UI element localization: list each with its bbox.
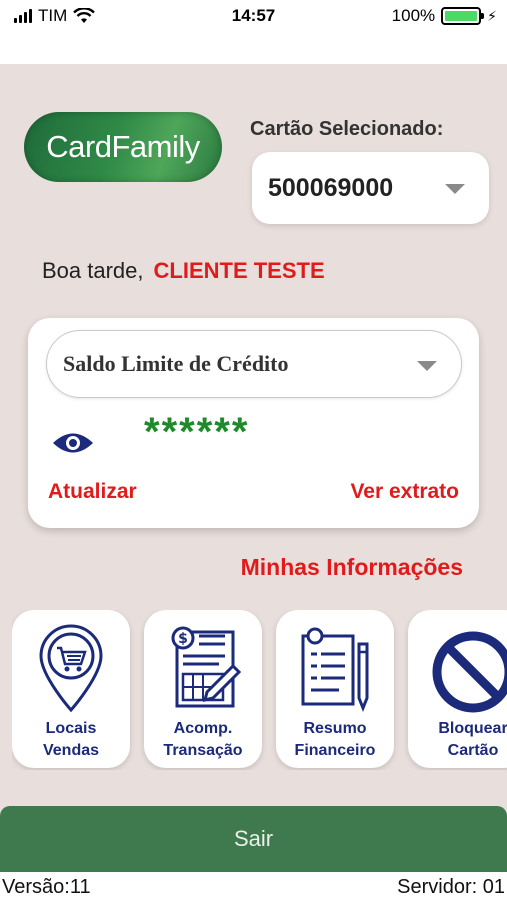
selected-card-label: Cartão Selecionado: (250, 118, 444, 140)
store-location-icon (39, 624, 103, 713)
tile-label-line1: Locais (45, 720, 97, 737)
cardfamily-logo: CardFamily (24, 112, 222, 182)
battery-icon (441, 7, 485, 25)
balance-card: Saldo Limite de Crédito ****** Atualizar… (28, 318, 479, 528)
tile-label: Acomp. Transação (144, 718, 262, 762)
tile-label: Locais Vendas (12, 718, 130, 762)
tile-acomp-transacao[interactable]: $ Acomp. Transação (144, 610, 262, 768)
charging-icon: ⚡ (487, 7, 497, 24)
app-version: Versão:11 (2, 876, 91, 898)
transaction-report-icon: $ (171, 626, 242, 708)
status-right: 100% ⚡ (392, 6, 497, 26)
tile-label-line1: Acomp. (173, 720, 233, 737)
block-icon (432, 631, 507, 713)
balance-type-selector[interactable]: Saldo Limite de Crédito (46, 330, 462, 398)
update-link[interactable]: Atualizar (48, 480, 137, 504)
my-info-title: Minhas Informações (240, 554, 463, 580)
greeting: Boa tarde, CLIENTE TESTE (42, 258, 325, 284)
balance-value-masked: ****** (144, 410, 250, 454)
status-bar: TIM 14:57 100% ⚡ (0, 0, 507, 36)
balance-type-label: Saldo Limite de Crédito (63, 351, 289, 376)
tile-label: Resumo Financeiro (276, 718, 394, 762)
tile-label-line1: Resumo (303, 720, 367, 737)
eye-icon[interactable] (52, 430, 94, 456)
battery-fill (445, 11, 478, 21)
card-selector[interactable]: 500069000 (252, 152, 489, 224)
chevron-down-icon (417, 361, 437, 371)
server-id: Servidor: 01 (397, 876, 505, 898)
tile-label-line1: Bloquear (438, 720, 507, 737)
tile-label-line2: Vendas (42, 742, 100, 759)
tile-locais-vendas[interactable]: Locais Vendas (12, 610, 130, 768)
tile-label-line2: Transação (163, 742, 243, 759)
tile-label-line2: Cartão (447, 742, 499, 759)
financial-summary-icon (301, 627, 369, 713)
shortcut-tiles: Locais Vendas $ Acomp. Transação Resumo … (12, 610, 507, 770)
card-number: 500069000 (268, 173, 394, 202)
tile-label-line2: Financeiro (294, 742, 376, 759)
view-statement-link[interactable]: Ver extrato (350, 480, 459, 504)
greeting-salutation: Boa tarde, (42, 258, 144, 283)
client-name: CLIENTE TESTE (153, 258, 325, 283)
tile-bloquear-cartao[interactable]: Bloquear Cartão (408, 610, 507, 768)
chevron-down-icon (445, 184, 465, 194)
logout-button[interactable]: Sair (0, 806, 507, 872)
svg-text:$: $ (178, 631, 188, 647)
tile-resumo-financeiro[interactable]: Resumo Financeiro (276, 610, 394, 768)
tile-label: Bloquear Cartão (408, 718, 507, 762)
battery-percent: 100% (391, 6, 436, 25)
